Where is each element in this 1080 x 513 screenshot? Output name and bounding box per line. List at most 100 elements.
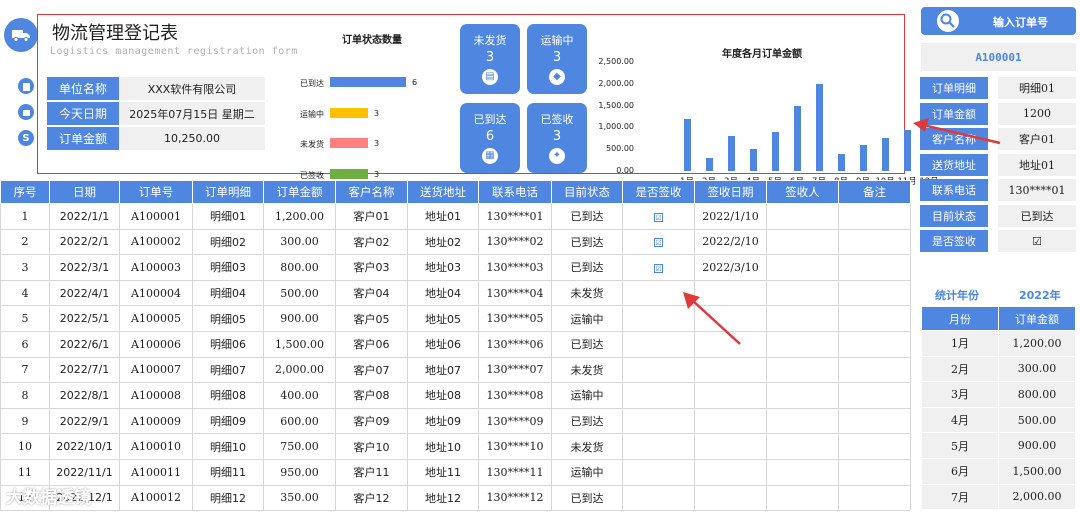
- table-cell[interactable]: 2022/10/1: [49, 433, 120, 460]
- table-cell[interactable]: A100005: [119, 305, 193, 332]
- table-cell[interactable]: 130****10: [478, 433, 552, 460]
- table-cell[interactable]: 500.00: [263, 279, 336, 307]
- column-header[interactable]: 签收日期: [694, 180, 767, 204]
- table-cell[interactable]: 130****08: [478, 382, 552, 409]
- table-cell[interactable]: 明细05: [192, 305, 264, 332]
- table-cell[interactable]: [838, 305, 911, 332]
- table-cell[interactable]: A100004: [119, 279, 193, 307]
- column-header[interactable]: 是否签收: [622, 180, 695, 204]
- table-cell[interactable]: [766, 484, 839, 512]
- table-cell[interactable]: [838, 484, 911, 512]
- table-cell[interactable]: 950.00: [263, 458, 336, 486]
- table-cell[interactable]: 地址09: [407, 407, 479, 435]
- table-cell[interactable]: 地址11: [407, 458, 479, 486]
- table-cell[interactable]: A100002: [119, 228, 193, 256]
- table-cell[interactable]: 明细10: [192, 433, 264, 460]
- order-number-input[interactable]: A100001: [921, 43, 1076, 71]
- table-cell[interactable]: 客户07: [335, 356, 408, 384]
- tile-signed[interactable]: 已签收 3 ✦: [527, 103, 587, 173]
- table-cell[interactable]: 2022/3/1: [49, 254, 120, 281]
- table-cell[interactable]: [838, 203, 911, 230]
- table-cell[interactable]: [766, 305, 839, 332]
- table-cell[interactable]: 地址04: [407, 279, 479, 307]
- tile-unshipped[interactable]: 未发货 3 ▤: [460, 24, 520, 94]
- table-cell[interactable]: 已到达: [551, 330, 623, 358]
- table-cell[interactable]: ☑: [622, 254, 695, 281]
- table-cell[interactable]: 已到达: [551, 228, 623, 256]
- table-cell[interactable]: [766, 254, 839, 281]
- column-header[interactable]: 订单金额: [263, 180, 336, 204]
- table-cell[interactable]: [694, 458, 767, 486]
- table-cell[interactable]: 350.00: [263, 484, 336, 512]
- table-cell[interactable]: 运输中: [551, 458, 623, 486]
- table-cell[interactable]: 客户10: [335, 433, 408, 460]
- table-cell[interactable]: A100012: [119, 484, 193, 512]
- table-cell[interactable]: 明细03: [192, 254, 264, 281]
- table-cell[interactable]: 6: [0, 330, 50, 358]
- column-header[interactable]: 日期: [49, 180, 120, 204]
- table-cell[interactable]: 客户06: [335, 330, 408, 358]
- table-cell[interactable]: [694, 433, 767, 460]
- table-cell[interactable]: 运输中: [551, 382, 623, 409]
- table-cell[interactable]: [766, 382, 839, 409]
- table-cell[interactable]: 明细04: [192, 279, 264, 307]
- table-cell[interactable]: 地址12: [407, 484, 479, 512]
- tile-arrived[interactable]: 已到达 6 ▦: [460, 103, 520, 173]
- table-cell[interactable]: 2: [0, 228, 50, 256]
- table-cell[interactable]: 未发货: [551, 433, 623, 460]
- table-cell[interactable]: [622, 458, 695, 486]
- table-cell[interactable]: 未发货: [551, 356, 623, 384]
- table-cell[interactable]: A100006: [119, 330, 193, 358]
- table-cell[interactable]: 客户02: [335, 228, 408, 256]
- table-cell[interactable]: 已到达: [551, 407, 623, 435]
- info-value[interactable]: 2025年07月15日 星期二: [119, 102, 265, 125]
- table-cell[interactable]: 未发货: [551, 279, 623, 307]
- table-cell[interactable]: 2022/7/1: [49, 356, 120, 384]
- table-cell[interactable]: [838, 433, 911, 460]
- table-cell[interactable]: 2022/3/10: [694, 254, 767, 281]
- table-cell[interactable]: [838, 356, 911, 384]
- table-cell[interactable]: 地址10: [407, 433, 479, 460]
- table-cell[interactable]: 地址05: [407, 305, 479, 332]
- table-cell[interactable]: 地址02: [407, 228, 479, 256]
- table-cell[interactable]: A100011: [119, 458, 193, 486]
- column-header[interactable]: 签收人: [766, 180, 839, 204]
- table-cell[interactable]: [838, 330, 911, 358]
- table-cell[interactable]: 地址07: [407, 356, 479, 384]
- table-cell[interactable]: 800.00: [263, 254, 336, 281]
- table-cell[interactable]: 2022/4/1: [49, 279, 120, 307]
- table-cell[interactable]: [766, 433, 839, 460]
- column-header[interactable]: 目前状态: [551, 180, 623, 204]
- year-value[interactable]: 2022年: [1019, 287, 1061, 303]
- table-cell[interactable]: [766, 458, 839, 486]
- table-cell[interactable]: 130****09: [478, 407, 552, 435]
- table-cell[interactable]: 11: [0, 458, 50, 486]
- table-cell[interactable]: 2022/9/1: [49, 407, 120, 435]
- table-cell[interactable]: 地址01: [407, 203, 479, 230]
- table-cell[interactable]: A100008: [119, 382, 193, 409]
- table-cell[interactable]: 130****11: [478, 458, 552, 486]
- table-cell[interactable]: 地址08: [407, 382, 479, 409]
- table-cell[interactable]: 明细07: [192, 356, 264, 384]
- table-cell[interactable]: 750.00: [263, 433, 336, 460]
- table-cell[interactable]: A100010: [119, 433, 193, 460]
- table-cell[interactable]: 客户12: [335, 484, 408, 512]
- table-cell[interactable]: 130****03: [478, 254, 552, 281]
- table-cell[interactable]: 客户01: [335, 203, 408, 230]
- table-cell[interactable]: 1,500.00: [263, 330, 336, 358]
- table-cell[interactable]: [766, 203, 839, 230]
- enter-order-button[interactable]: 输入订单号: [921, 7, 1076, 35]
- table-cell[interactable]: 明细02: [192, 228, 264, 256]
- table-cell[interactable]: 客户11: [335, 458, 408, 486]
- table-cell[interactable]: 600.00: [263, 407, 336, 435]
- table-cell[interactable]: 130****07: [478, 356, 552, 384]
- table-cell[interactable]: 300.00: [263, 228, 336, 256]
- table-cell[interactable]: [694, 484, 767, 512]
- table-cell[interactable]: 130****04: [478, 279, 552, 307]
- column-header[interactable]: 送货地址: [407, 180, 479, 204]
- table-cell[interactable]: 已到达: [551, 254, 623, 281]
- table-cell[interactable]: [766, 330, 839, 358]
- table-cell[interactable]: [622, 356, 695, 384]
- table-cell[interactable]: [766, 228, 839, 256]
- table-cell[interactable]: A100009: [119, 407, 193, 435]
